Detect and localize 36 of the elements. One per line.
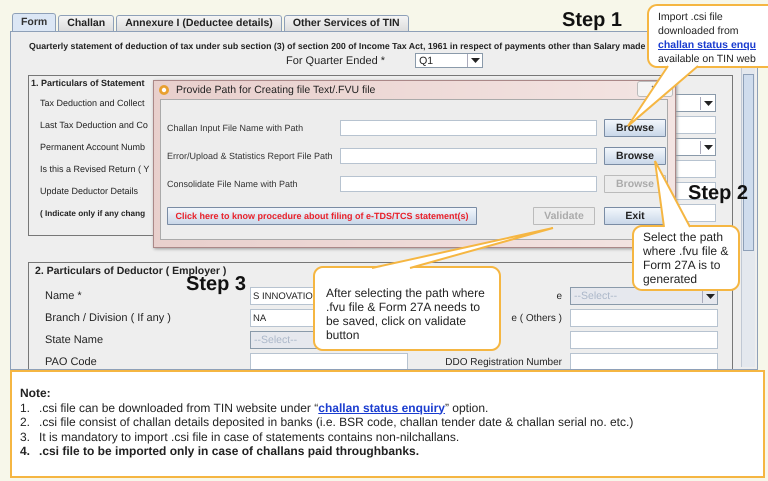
- field-label: Name *: [45, 290, 83, 302]
- list-number: 3.: [20, 430, 32, 444]
- field-label: Is this a Revised Return ( Y: [40, 164, 150, 174]
- field-label: Branch / Division ( If any ): [45, 312, 172, 324]
- field-label: State Name: [45, 334, 104, 346]
- note-text: .csi file consist of challan details deposited in banks (i.e. BSR code, challan tender date & challan serial no. etc.): [39, 415, 634, 430]
- field-label: Challan Input File Name with Path: [167, 123, 304, 133]
- form-heading: Quarterly statement of deduction of tax under sub section (3) of section 200 of Income Tax Act, 1961 in respect of payments other than Salary made: [29, 41, 646, 51]
- list-number: 2.: [20, 415, 32, 430]
- section-title: 2. Particulars of Deductor ( Employer ): [35, 265, 226, 277]
- field-label: Update Deductor Details: [40, 186, 138, 196]
- step-label: Step 3: [186, 275, 246, 293]
- callout-text: Select the path where .fvu file & Form 27A is to generated: [643, 230, 730, 286]
- callout-text: Import .csi file downloaded from challan status enqu available on TIN web: [658, 10, 758, 66]
- note-title: Note:: [20, 386, 52, 400]
- section-title: 1. Particulars of Statement: [31, 78, 145, 88]
- field-label: Error/Upload & Statistics Report File Path: [167, 151, 333, 161]
- field-label: ( Indicate only if any chang: [40, 208, 146, 218]
- field-label: e: [556, 290, 562, 302]
- callout-text: After selecting the path where .fvu file & Form 27A needs to be saved, click on validate button: [326, 286, 486, 342]
- field-label: DDO Registration Number: [445, 356, 562, 368]
- field-label: Consolidate File Name with Path: [167, 179, 298, 189]
- note-text: .csi file to be imported only in case of challans paid throughbanks.: [39, 444, 420, 458]
- dialog-title: Provide Path for Creating file Text/.FVU file: [176, 84, 376, 96]
- field-label: Tax Deduction and Collect: [40, 98, 145, 108]
- note-text: It is mandatory to import .csi file in case of statements contains non-nilchallans.: [39, 430, 460, 444]
- step-label: Step 2: [688, 182, 748, 205]
- field-label: For Quarter Ended *: [286, 54, 386, 66]
- step-label: Step 1: [562, 9, 622, 32]
- list-number: 4.: [20, 444, 32, 458]
- list-number: 1.: [20, 400, 32, 415]
- field-label: e ( Others ): [511, 312, 562, 324]
- field-label: Last Tax Deduction and Co: [40, 120, 148, 130]
- note-text: .csi file can be downloaded from TIN website under “challan status enquiry” option.: [39, 400, 488, 415]
- field-label: PAO Code: [45, 356, 98, 368]
- field-label: Permanent Account Numb: [40, 142, 146, 152]
